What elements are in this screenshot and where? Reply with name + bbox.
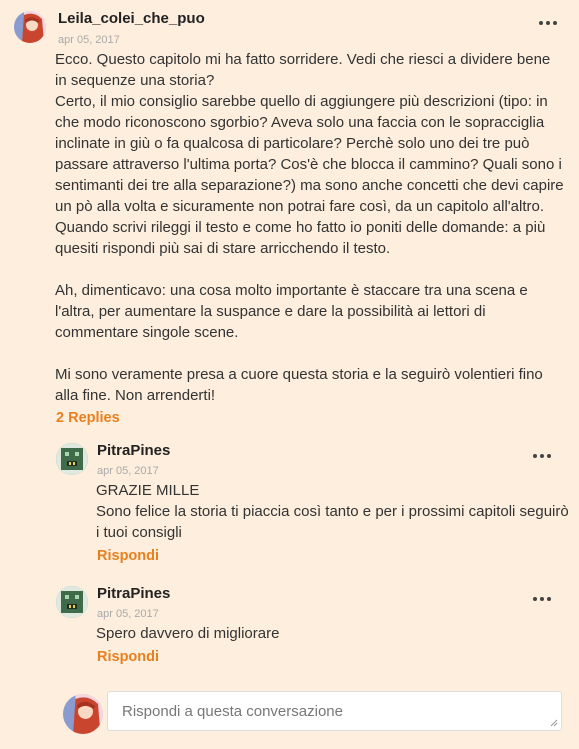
avatar[interactable] [56,586,88,618]
more-options-icon[interactable] [539,21,557,27]
reply-body: GRAZIE MILLE Sono felice la storia ti pi… [96,480,571,543]
reply-text: GRAZIE MILLE Sono felice la storia ti pi… [96,482,569,541]
current-user-avatar [63,694,103,734]
reply-button[interactable]: Rispondi [97,548,159,564]
more-options-icon[interactable] [533,597,551,603]
reply-text: Spero davvero di migliorare [96,625,280,642]
reply-username[interactable]: PitraPines [97,442,170,459]
avatar[interactable] [56,443,88,475]
replies-toggle-link[interactable]: 2 Replies [56,410,120,426]
avatar-image [56,586,88,618]
reply-username[interactable]: PitraPines [97,585,170,602]
reply-body: Spero davvero di migliorare [96,623,571,644]
avatar-image [56,443,88,475]
avatar-image [63,694,103,734]
comment-body: Ecco. Questo capitolo mi ha fatto sorrid… [55,49,565,406]
comment-paragraph: Mi sono veramente presa a cuore questa s… [55,366,547,404]
avatar-image [14,11,46,43]
reply-input[interactable] [108,692,561,730]
comment-date: apr 05, 2017 [58,34,120,46]
comment-paragraph: Ah, dimenticavo: una cosa molto importan… [55,282,532,341]
comment-paragraph: Ecco. Questo capitolo mi ha fatto sorrid… [55,51,564,257]
comment-username[interactable]: Leila_colei_che_puo [58,10,205,27]
reply-button[interactable]: Rispondi [97,649,159,665]
reply-input-container [107,691,562,731]
more-options-icon[interactable] [533,454,551,460]
resize-grip-icon[interactable] [550,719,558,727]
reply-date: apr 05, 2017 [97,608,159,620]
avatar[interactable] [14,11,46,43]
reply-date: apr 05, 2017 [97,465,159,477]
